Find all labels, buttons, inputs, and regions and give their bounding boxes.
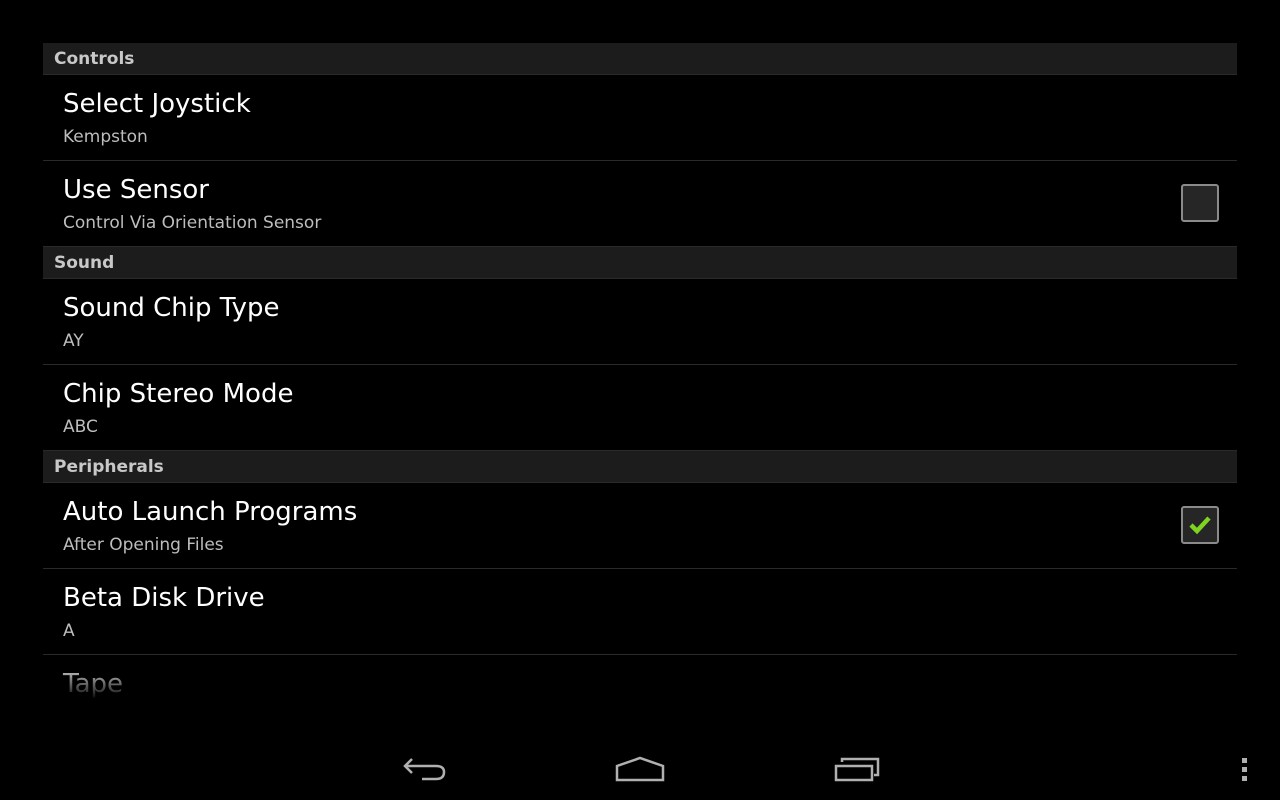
preference-title: Select Joystick — [63, 89, 251, 119]
preference-title: Beta Disk Drive — [63, 583, 265, 613]
preference-summary: Kempston — [63, 127, 148, 147]
category-header-peripherals: Peripherals — [43, 451, 1237, 483]
navigation-bar — [0, 720, 1280, 800]
checkmark-icon — [1189, 516, 1211, 535]
preference-sound-chip-type[interactable]: Sound Chip Type AY — [43, 279, 1237, 365]
preference-title: Sound Chip Type — [63, 293, 280, 323]
preference-title: Chip Stereo Mode — [63, 379, 294, 409]
preference-summary: AY — [63, 331, 84, 351]
back-icon[interactable] — [402, 756, 448, 782]
preference-title: Auto Launch Programs — [63, 497, 358, 527]
overflow-menu-icon[interactable] — [1240, 758, 1250, 782]
preference-use-sensor[interactable]: Use Sensor Control Via Orientation Sensor — [43, 161, 1237, 247]
preference-select-joystick[interactable]: Select Joystick Kempston — [43, 75, 1237, 161]
preference-summary: Control Via Orientation Sensor — [63, 213, 322, 233]
preference-beta-disk-drive[interactable]: Beta Disk Drive A — [43, 569, 1237, 655]
scroll-fade — [43, 660, 1237, 700]
recent-apps-icon[interactable] — [834, 757, 882, 783]
preference-title: Use Sensor — [63, 175, 209, 205]
preference-summary: A — [63, 621, 75, 641]
checkbox-unchecked[interactable] — [1181, 184, 1219, 222]
preference-auto-launch-programs[interactable]: Auto Launch Programs After Opening Files — [43, 483, 1237, 569]
preference-summary: After Opening Files — [63, 535, 224, 555]
preference-summary: ABC — [63, 417, 98, 437]
category-header-sound: Sound — [43, 247, 1237, 279]
checkbox-checked[interactable] — [1181, 506, 1219, 544]
home-icon[interactable] — [615, 756, 665, 782]
category-header-controls: Controls — [43, 43, 1237, 75]
preferences-list[interactable]: Controls Select Joystick Kempston Use Senso… — [43, 43, 1237, 700]
preference-chip-stereo-mode[interactable]: Chip Stereo Mode ABC — [43, 365, 1237, 451]
